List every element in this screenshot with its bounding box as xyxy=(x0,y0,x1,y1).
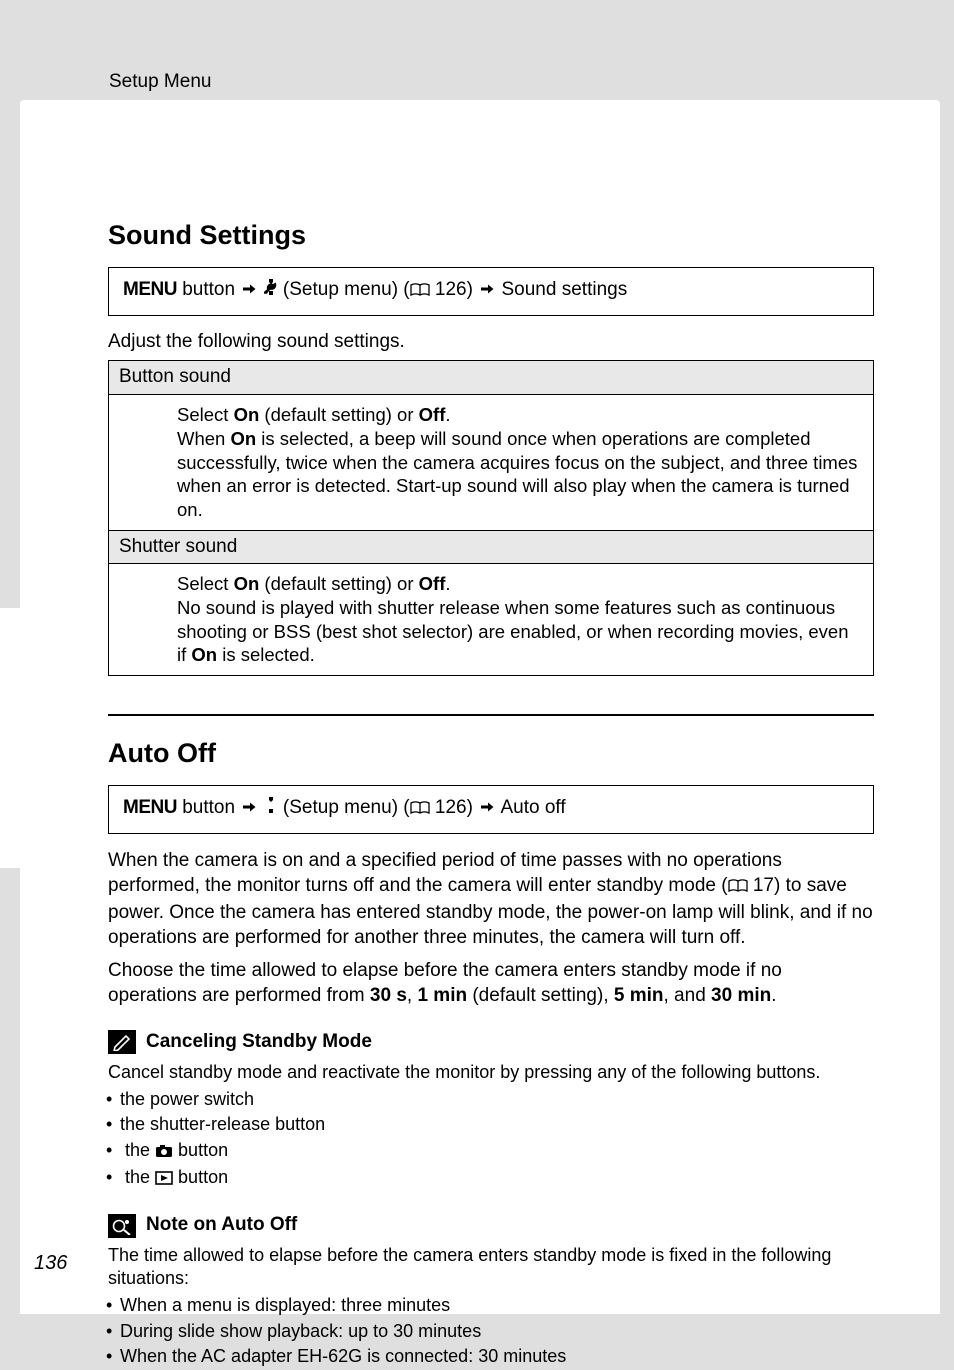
text-bold: On xyxy=(234,573,260,594)
arrow-right-icon xyxy=(480,279,494,304)
text: When xyxy=(177,428,230,449)
book-icon xyxy=(728,875,748,900)
row-body-button-sound: Select On (default setting) or Off. When… xyxy=(109,395,874,530)
book-icon xyxy=(410,798,430,823)
menu-button-label: MENU xyxy=(123,279,177,300)
text-bold: 1 min xyxy=(417,985,467,1006)
cancel-list: the power switch the shutter-release but… xyxy=(108,1088,874,1192)
text-bold: 5 min xyxy=(614,985,664,1006)
arrow-right-icon xyxy=(480,797,494,822)
heading-sound-settings: Sound Settings xyxy=(108,218,874,253)
heading-auto-off: Auto Off xyxy=(108,736,874,771)
subheading-label: Canceling Standby Mode xyxy=(146,1030,372,1055)
page-ref: 126) xyxy=(430,279,479,300)
wrench-icon xyxy=(264,279,278,300)
camera-icon xyxy=(155,1141,173,1164)
text: is selected, a beep will sound once when… xyxy=(177,428,857,520)
options-table: Button sound Select On (default setting)… xyxy=(108,360,874,675)
text-bold: On xyxy=(234,404,260,425)
text: button xyxy=(177,279,240,300)
row-header-button-sound: Button sound xyxy=(109,361,874,395)
playback-icon xyxy=(155,1168,173,1191)
note-list: When a menu is displayed: three minutes … xyxy=(108,1294,874,1368)
text-bold: On xyxy=(191,644,217,665)
list-item: When the AC adapter EH-62G is connected:… xyxy=(120,1345,874,1368)
text: Select xyxy=(177,404,234,425)
list-item: the button xyxy=(120,1139,874,1164)
subheading-label: Note on Auto Off xyxy=(146,1213,297,1238)
list-item: During slide show playback: up to 30 min… xyxy=(120,1320,874,1343)
info-note-icon xyxy=(108,1214,136,1238)
text: the xyxy=(125,1140,155,1160)
text: . xyxy=(445,573,450,594)
text: , xyxy=(407,985,418,1006)
path-target: Auto off xyxy=(496,797,565,818)
text: . xyxy=(445,404,450,425)
page: Setup Menu Basic Camera Setup Sound Sett… xyxy=(0,0,954,1314)
subheading-note-auto-off: Note on Auto Off xyxy=(108,1213,874,1238)
text: (default setting) or xyxy=(259,573,418,594)
text: (default setting) or xyxy=(259,404,418,425)
cancel-intro: Cancel standby mode and reactivate the m… xyxy=(108,1061,874,1084)
list-item: the power switch xyxy=(120,1088,874,1111)
row-header-shutter-sound: Shutter sound xyxy=(109,530,874,564)
page-number: 136 xyxy=(34,1250,67,1276)
row-body-shutter-sound: Select On (default setting) or Off. No s… xyxy=(109,564,874,676)
text: (default setting), xyxy=(467,985,614,1006)
paragraph: When the camera is on and a specified pe… xyxy=(108,848,874,950)
intro-text: Adjust the following sound settings. xyxy=(108,330,874,355)
text: is selected. xyxy=(217,644,315,665)
paper-area: Sound Settings MENU button (Setup menu) … xyxy=(20,100,940,1314)
text-bold: 30 s xyxy=(370,985,407,1006)
running-head: Setup Menu xyxy=(109,70,211,95)
text-bold: Off xyxy=(419,573,446,594)
page-ref: 126) xyxy=(430,797,479,818)
menu-path-sound: MENU button (Setup menu) ( 126) Sound se… xyxy=(108,267,874,316)
text: button xyxy=(177,797,240,818)
text: (Setup menu) ( xyxy=(278,279,410,300)
pencil-note-icon xyxy=(108,1030,136,1054)
text: (Setup menu) ( xyxy=(278,797,410,818)
text-bold: On xyxy=(230,428,256,449)
path-target: Sound settings xyxy=(496,279,627,300)
arrow-right-icon xyxy=(242,279,256,304)
text: , and xyxy=(664,985,712,1006)
section-divider xyxy=(108,714,874,716)
subheading-cancel-standby: Canceling Standby Mode xyxy=(108,1030,874,1055)
arrow-right-icon xyxy=(242,797,256,822)
wrench-icon xyxy=(264,797,278,818)
text-bold: Off xyxy=(419,404,446,425)
text: button xyxy=(173,1140,228,1160)
text: button xyxy=(173,1167,228,1187)
list-item: When a menu is displayed: three minutes xyxy=(120,1294,874,1317)
text: . xyxy=(771,985,776,1006)
text: When the camera is on and a specified pe… xyxy=(108,850,782,896)
book-icon xyxy=(410,280,430,305)
side-tab xyxy=(0,608,20,868)
text: Select xyxy=(177,573,234,594)
text: the xyxy=(125,1167,155,1187)
menu-button-label: MENU xyxy=(123,797,177,818)
list-item: the shutter-release button xyxy=(120,1113,874,1136)
menu-path-auto-off: MENU button (Setup menu) ( 126) Auto off xyxy=(108,785,874,834)
text-bold: 30 min xyxy=(711,985,771,1006)
paragraph: Choose the time allowed to elapse before… xyxy=(108,958,874,1008)
list-item: the button xyxy=(120,1166,874,1191)
note-intro: The time allowed to elapse before the ca… xyxy=(108,1244,874,1290)
content: Sound Settings MENU button (Setup menu) … xyxy=(108,218,874,1370)
